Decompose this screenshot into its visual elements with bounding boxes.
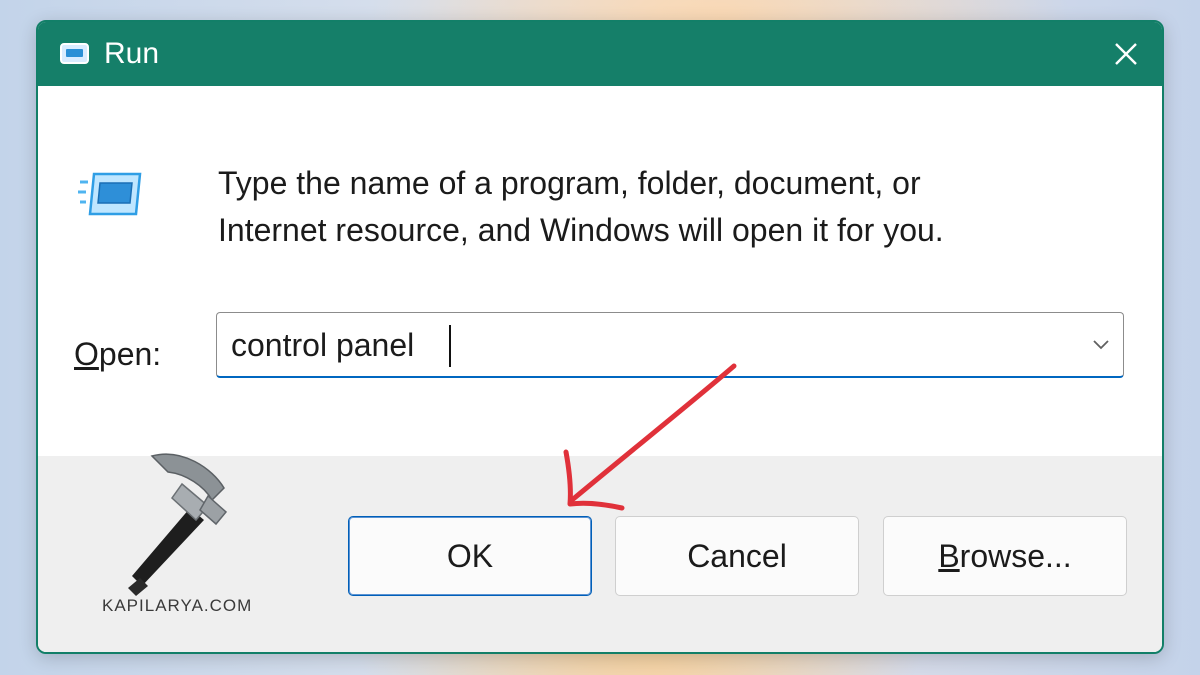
hammer-icon xyxy=(128,453,228,596)
run-icon xyxy=(60,43,89,64)
run-program-icon xyxy=(78,172,142,216)
description-line-1: Type the name of a program, folder, docu… xyxy=(218,165,921,201)
browse-button[interactable]: Browse... xyxy=(883,516,1127,596)
text-caret xyxy=(449,325,451,367)
browse-label-rest: rowse... xyxy=(959,537,1072,574)
open-label-mnemonic: O xyxy=(74,336,99,372)
run-dialog: Run Type the name of a program, folder, … xyxy=(36,20,1164,654)
title-bar[interactable]: Run xyxy=(38,22,1162,86)
close-icon xyxy=(1115,43,1137,65)
description-line-2: Internet resource, and Windows will open… xyxy=(218,212,944,248)
close-button[interactable] xyxy=(1090,22,1162,86)
cancel-button[interactable]: Cancel xyxy=(615,516,859,596)
chevron-down-icon[interactable] xyxy=(1087,331,1115,359)
browse-mnemonic: B xyxy=(938,537,960,574)
description-text: Type the name of a program, folder, docu… xyxy=(218,160,1118,254)
open-input[interactable] xyxy=(231,321,1031,369)
window-title: Run xyxy=(104,37,160,70)
open-label: Open: xyxy=(74,334,161,374)
ok-button[interactable]: OK xyxy=(348,516,592,596)
open-label-rest: pen: xyxy=(98,336,162,372)
watermark-text: KAPILARYA.COM xyxy=(102,596,253,615)
open-combobox[interactable] xyxy=(216,312,1124,378)
